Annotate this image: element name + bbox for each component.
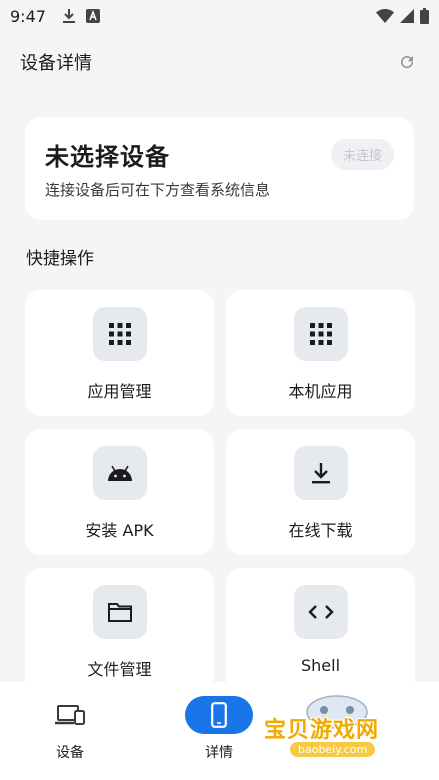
nav-pill-active xyxy=(185,696,253,734)
status-bar: 9:47 xyxy=(0,0,439,32)
tile-label: 在线下载 xyxy=(288,521,353,540)
refresh-icon xyxy=(401,56,414,69)
device-subtitle: 连接设备后可在下方查看系统信息 xyxy=(45,181,271,199)
refresh-button[interactable] xyxy=(395,50,419,74)
wifi-icon xyxy=(376,9,394,23)
tile-label: 安装 APK xyxy=(85,521,154,540)
tile-label: Shell xyxy=(300,656,341,675)
tile-file-management[interactable]: 文件管理 xyxy=(25,568,214,694)
tile-local-apps[interactable]: 本机应用 xyxy=(226,290,415,416)
watermark-text: 宝贝游戏网 xyxy=(264,718,380,743)
app-notification-icon xyxy=(85,9,100,23)
grid-icon xyxy=(92,307,147,361)
status-notifications xyxy=(62,8,100,24)
tile-shell[interactable]: Shell xyxy=(226,568,415,694)
status-time: 9:47 xyxy=(10,6,46,26)
tile-label: 本机应用 xyxy=(288,382,353,401)
code-icon xyxy=(293,585,348,639)
phone-icon xyxy=(211,702,227,728)
watermark-logo: 宝贝游戏网 baobeiy.com xyxy=(262,690,412,772)
app-bar: 设备详情 xyxy=(0,42,439,82)
devices-icon xyxy=(55,705,85,725)
connection-status-badge: 未连接 xyxy=(330,139,394,170)
grid-icon xyxy=(293,307,348,361)
nav-pill xyxy=(36,696,104,734)
nav-label: 详情 xyxy=(205,745,233,761)
nav-item-devices[interactable]: 设备 xyxy=(15,696,125,762)
folder-icon xyxy=(92,585,147,639)
tile-install-apk[interactable]: 安装 APK xyxy=(25,429,214,555)
status-system-icons xyxy=(376,8,429,24)
tile-label: 文件管理 xyxy=(87,660,152,679)
android-icon xyxy=(92,446,147,500)
nav-item-details[interactable]: 详情 xyxy=(164,696,274,762)
watermark-url: baobeiy.com xyxy=(290,742,376,757)
page-title: 设备详情 xyxy=(20,53,92,74)
signal-icon xyxy=(400,9,414,23)
section-title-quick-actions: 快捷操作 xyxy=(26,249,94,269)
download-icon xyxy=(293,446,348,500)
download-notification-icon xyxy=(62,9,75,23)
nav-label: 设备 xyxy=(56,745,84,761)
tile-online-download[interactable]: 在线下载 xyxy=(226,429,415,555)
tile-label: 应用管理 xyxy=(87,382,152,401)
tile-app-management[interactable]: 应用管理 xyxy=(25,290,214,416)
device-card: 未选择设备 连接设备后可在下方查看系统信息 未连接 xyxy=(25,117,414,220)
battery-icon xyxy=(420,8,429,24)
